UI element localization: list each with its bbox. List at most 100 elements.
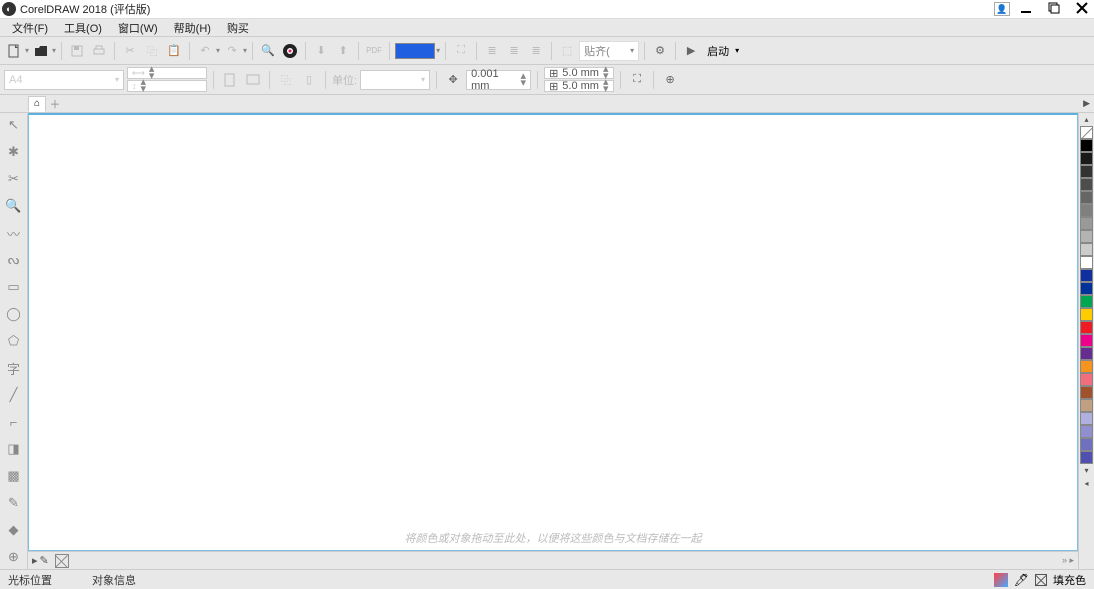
color-proof-icon[interactable] [994,573,1008,587]
freehand-tool[interactable]: 〰 [4,223,24,243]
palette-swatch-21[interactable] [1080,412,1093,425]
palette-flyout[interactable]: ◂ [1084,477,1088,490]
page-width-field[interactable]: ⟷ ▴▾ [127,67,207,79]
add-preset-button[interactable]: ⊕ [660,70,680,90]
status-bar: 光标位置 对象信息 🖊 填充色 [0,569,1094,589]
menu-buy[interactable]: 购买 [219,20,257,36]
smart-fill-tool[interactable]: ⊕ [4,547,24,567]
launch-dropdown[interactable]: ▾ [735,46,739,55]
palette-swatch-20[interactable] [1080,399,1093,412]
paste-button: 📋 [164,41,184,61]
drop-hint-text: 将颜色或对象拖动至此处，以便将这些颜色与文档存储在一起 [29,530,1077,546]
menu-bar: 文件(F) 工具(O) 窗口(W) 帮助(H) 购买 [0,19,1094,37]
palette-swatch-8[interactable] [1080,243,1093,256]
palette-swatch-0[interactable] [1080,139,1093,152]
palette-swatch-11[interactable] [1080,282,1093,295]
palette-swatch-18[interactable] [1080,373,1093,386]
palette-swatch-22[interactable] [1080,425,1093,438]
undo-button: ↶ [195,41,215,61]
page-size-combo[interactable]: A4▾ [4,70,124,90]
palette-swatch-24[interactable] [1080,451,1093,464]
page-nav-edit[interactable]: ✎ [40,554,49,567]
palette-swatch-14[interactable] [1080,321,1093,334]
menu-window[interactable]: 窗口(W) [110,20,166,36]
minimize-button[interactable] [1016,1,1036,17]
outline-pen-icon[interactable]: 🖊 [1014,573,1029,587]
standard-toolbar: ▾ ▾ ✂ ⿻ 📋 ↶▾ ↷▾ 🔍 ⬇ ⬆ PDF ▾ ⛶ ≣ ≣ ≣ ⬚ 贴齐… [0,37,1094,65]
palette-swatch-5[interactable] [1080,204,1093,217]
all-pages-button: ⿻ [276,70,296,90]
palette-scroll-up[interactable]: ▴ [1084,113,1088,126]
add-tab-button[interactable]: ＋ [46,96,64,112]
fill-tool[interactable]: ◆ [4,520,24,540]
nudge-distance-field[interactable]: 0.001 mm▴▾ [466,70,531,90]
launch-arrow-icon[interactable]: ▶ [681,41,701,61]
landscape-button [243,70,263,90]
palette-swatch-9[interactable] [1080,256,1093,269]
palette-swatch-3[interactable] [1080,178,1093,191]
options-button[interactable]: ⚙ [650,41,670,61]
units-combo[interactable]: ▾ [360,70,430,90]
aim-icon[interactable] [280,41,300,61]
polygon-tool[interactable]: ⬠ [4,331,24,351]
palette-swatch-19[interactable] [1080,386,1093,399]
parallel-dim-tool[interactable]: ╱ [4,385,24,405]
palette-swatch-2[interactable] [1080,165,1093,178]
treat-as-filled-button[interactable]: ⛶ [627,70,647,90]
palette-swatch-7[interactable] [1080,230,1093,243]
rectangle-tool[interactable]: ▭ [4,277,24,297]
home-tab[interactable]: ⌂ [28,96,46,112]
palette-swatch-23[interactable] [1080,438,1093,451]
ellipse-tool[interactable]: ◯ [4,304,24,324]
align-center-button: ≣ [504,41,524,61]
palette-swatch-15[interactable] [1080,334,1093,347]
page-nav-back[interactable]: ▸ [32,554,38,567]
menu-file[interactable]: 文件(F) [4,20,56,36]
menu-help[interactable]: 帮助(H) [166,20,219,36]
palette-swatch-12[interactable] [1080,295,1093,308]
eyedropper-tool[interactable]: ✎ [4,493,24,513]
text-tool[interactable]: 字 [4,358,24,378]
artistic-media-tool[interactable]: ᔓ [4,250,24,270]
portrait-button [220,70,240,90]
zoom-tool[interactable]: 🔍 [4,196,24,216]
open-button[interactable] [31,41,51,61]
page-bar-more[interactable]: » ▸ [1062,555,1074,566]
palette-swatch-6[interactable] [1080,217,1093,230]
fill-color-picker[interactable]: ▾ [395,43,440,59]
transparency-tool[interactable]: ▩ [4,466,24,486]
launch-label[interactable]: 启动 [703,43,733,59]
nudge-icon: ✥ [443,70,463,90]
pick-tool[interactable]: ↖ [4,115,24,135]
palette-scroll-down[interactable]: ▾ [1084,464,1088,477]
palette-swatch-17[interactable] [1080,360,1093,373]
close-button[interactable] [1072,1,1092,17]
page-height-field[interactable]: ↕ ▴▾ [127,80,207,92]
palette-swatch-16[interactable] [1080,347,1093,360]
connector-tool[interactable]: ⌐ [4,412,24,432]
export-button: ⬆ [333,41,353,61]
copy-button: ⿻ [142,41,162,61]
account-icon[interactable]: 👤 [994,2,1010,16]
crop-tool[interactable]: ✂ [4,169,24,189]
palette-swatch-10[interactable] [1080,269,1093,282]
menu-tools[interactable]: 工具(O) [56,20,110,36]
no-fill-swatch[interactable] [55,554,69,568]
tabs-scroll-right[interactable]: ▶ [1079,98,1094,109]
align-right-button: ≣ [526,41,546,61]
duplicate-y-field[interactable]: ⊞5.0 mm▴▾ [544,80,614,92]
page-bar: ▸ ✎ » ▸ [28,551,1078,569]
new-button[interactable] [4,41,24,61]
maximize-button[interactable] [1044,1,1064,17]
canvas[interactable]: 将颜色或对象拖动至此处，以便将这些颜色与文档存储在一起 [28,113,1078,551]
property-bar: A4▾ ⟷ ▴▾ ↕ ▴▾ ⿻ ▯ 单位: ▾ ✥ 0.001 mm▴▾ ⊞5.… [0,65,1094,95]
drop-shadow-tool[interactable]: ◨ [4,439,24,459]
shape-tool[interactable]: ✱ [4,142,24,162]
color-palette: ▴ ▾ ◂ [1078,113,1094,569]
palette-no-color[interactable] [1080,126,1093,139]
search-button: 🔍 [258,41,278,61]
align-left-button: ≣ [482,41,502,61]
palette-swatch-1[interactable] [1080,152,1093,165]
palette-swatch-13[interactable] [1080,308,1093,321]
palette-swatch-4[interactable] [1080,191,1093,204]
